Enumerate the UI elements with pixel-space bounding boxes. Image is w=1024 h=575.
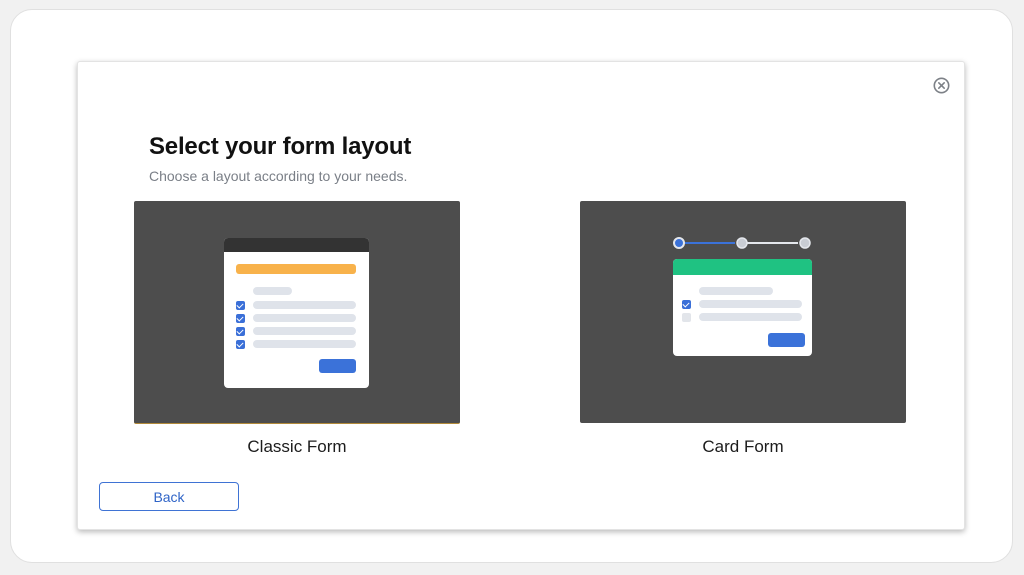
mock-line — [253, 340, 356, 348]
classic-form-mockup — [224, 238, 369, 388]
mock-title-bar — [236, 264, 356, 274]
mock-line — [699, 287, 773, 295]
mock-card-header — [673, 259, 812, 275]
mock-checkbox-icon — [236, 301, 245, 310]
app-frame: Select your form layout Choose a layout … — [10, 9, 1013, 563]
mock-submit-button — [768, 333, 805, 347]
card-form-preview[interactable] — [580, 201, 906, 423]
layout-select-dialog: Select your form layout Choose a layout … — [77, 61, 965, 530]
mock-line — [253, 287, 292, 295]
card-form-mockup — [673, 259, 812, 356]
back-button[interactable]: Back — [99, 482, 239, 511]
mock-checkbox-icon — [236, 327, 245, 336]
card-form-label: Card Form — [702, 437, 784, 456]
mock-header-bar — [224, 238, 369, 252]
mock-line — [699, 300, 802, 308]
classic-form-preview[interactable] — [134, 201, 460, 424]
stepper-icon — [673, 237, 811, 249]
mock-line — [253, 301, 356, 309]
card-form-option[interactable]: Card Form — [580, 201, 906, 463]
mock-submit-button — [319, 359, 356, 373]
mock-line — [699, 313, 802, 321]
mock-checkbox-icon — [236, 314, 245, 323]
mock-checkbox-icon — [682, 313, 691, 322]
dialog-subtitle: Choose a layout according to your needs. — [149, 168, 408, 184]
classic-form-option[interactable]: Classic Form — [134, 201, 460, 463]
mock-line — [253, 314, 356, 322]
dialog-title: Select your form layout — [149, 133, 412, 160]
mock-checkbox-icon — [236, 340, 245, 349]
close-icon[interactable] — [933, 77, 950, 94]
classic-form-label: Classic Form — [247, 437, 347, 456]
mock-line — [253, 327, 356, 335]
mock-checkbox-icon — [682, 300, 691, 309]
